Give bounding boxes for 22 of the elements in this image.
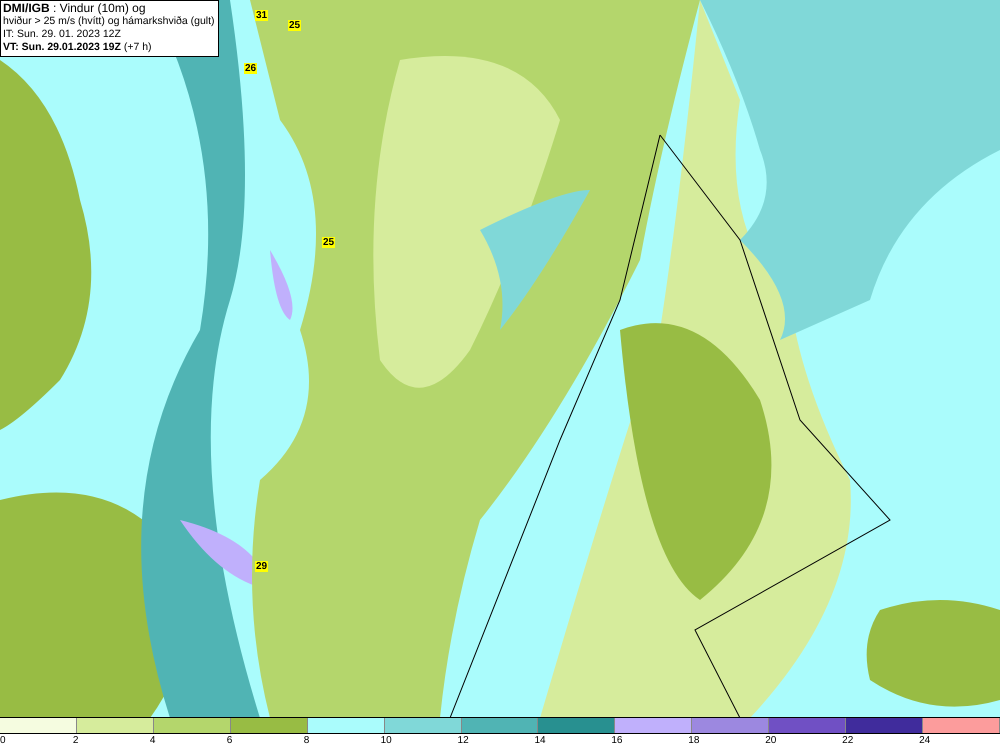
scale-label: 18 xyxy=(688,734,700,747)
scale-label: 10 xyxy=(380,734,392,747)
scale-label: 24 xyxy=(919,734,930,747)
gust-label: 25 xyxy=(288,20,302,31)
gust-label: 26 xyxy=(244,63,258,74)
scale-label: 0 xyxy=(0,734,6,747)
scale-label: 12 xyxy=(458,734,469,747)
gust-label: 25 xyxy=(322,237,336,248)
scale-label: 20 xyxy=(765,734,776,747)
scale-label: 16 xyxy=(611,734,622,747)
scale-label: 6 xyxy=(226,734,232,747)
scale-label: 4 xyxy=(150,734,156,747)
caption-line: VT: Sun. 29.01.2023 19Z (+7 h) xyxy=(3,41,153,54)
caption-line: hviður > 25 m/s (hvítt) og hámarkshviða (gult) xyxy=(3,15,215,28)
caption-line: IT: Sun. 29. 01. 2023 12Z xyxy=(3,28,122,41)
caption-line: DMI/IGB : Vindur (10m) og xyxy=(3,2,146,15)
scale-label: 2 xyxy=(72,734,78,747)
scale-label: 22 xyxy=(842,734,854,747)
scale-label: 8 xyxy=(304,734,310,747)
gust-label: 31 xyxy=(255,10,268,21)
scale-label: 14 xyxy=(534,734,546,747)
gust-label: 29 xyxy=(255,561,268,572)
